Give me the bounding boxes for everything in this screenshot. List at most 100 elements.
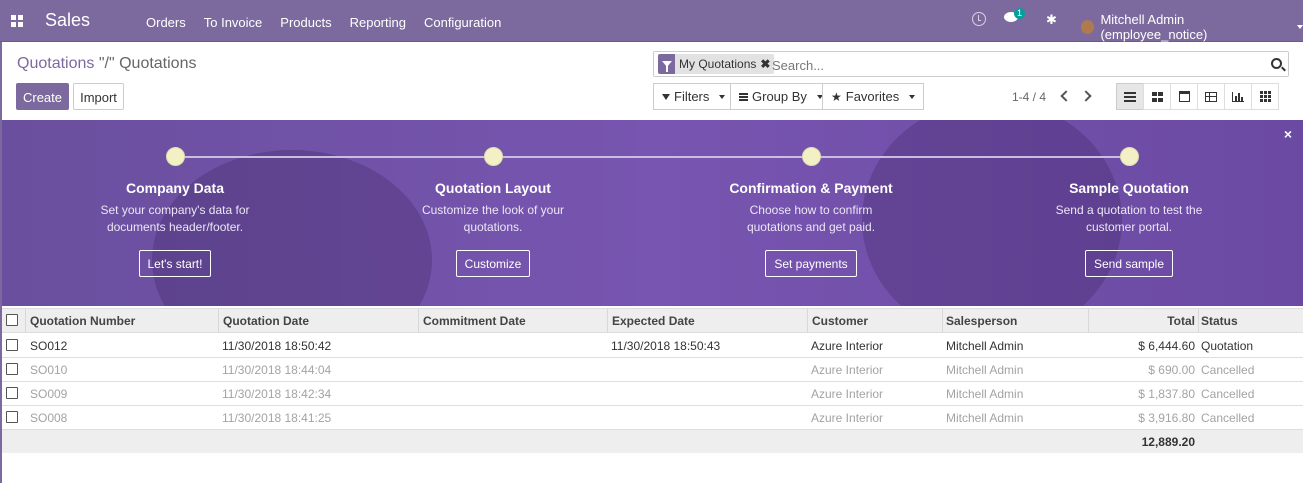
pager-previous-icon[interactable] [1060, 90, 1072, 102]
messages-chat-icon[interactable]: 1 [1004, 8, 1025, 22]
cell-customer: Azure Interior [811, 387, 884, 401]
menu-products[interactable]: Products [280, 15, 331, 30]
breadcrumb: Quotations "/" Quotations [17, 55, 196, 73]
column-divider [1198, 309, 1199, 333]
cell-status: Quotation [1201, 339, 1254, 353]
column-header-customer[interactable]: Customer [812, 314, 868, 328]
cell-customer: Azure Interior [811, 339, 884, 353]
activity-view-button[interactable] [1251, 83, 1279, 110]
graph-view-button[interactable] [1224, 83, 1252, 110]
favorites-label: Favorites [845, 89, 900, 104]
list-view-button[interactable] [1116, 83, 1144, 110]
kanban-icon [1151, 91, 1163, 102]
menu-to-invoice[interactable]: To Invoice [204, 15, 263, 30]
cell-salesperson: Mitchell Admin [946, 387, 1024, 401]
customize-button[interactable]: Customize [455, 250, 531, 277]
list-icon [1124, 91, 1136, 102]
main-menu: Orders To Invoice Products Reporting Con… [146, 15, 501, 30]
apps-grid-icon[interactable] [11, 15, 23, 27]
column-divider [1088, 309, 1089, 333]
cell-status: Cancelled [1201, 363, 1255, 377]
step-description: Choose how to confirm quotations and get… [746, 203, 876, 234]
search-icon[interactable] [1271, 58, 1282, 69]
column-divider [25, 309, 26, 333]
cell-date: 11/30/2018 18:42:34 [222, 387, 332, 401]
create-button[interactable]: Create [16, 83, 69, 110]
row-checkbox[interactable] [6, 363, 18, 375]
step-description: Send a quotation to test the customer po… [1055, 203, 1203, 234]
column-divider [942, 309, 943, 333]
lets-start-button[interactable]: Let's start! [138, 250, 212, 277]
user-name: Mitchell Admin (employee_notice) [1100, 12, 1208, 42]
groupby-label: Group By [752, 89, 807, 104]
cell-salesperson: Mitchell Admin [946, 339, 1024, 353]
activity-clock-icon[interactable] [972, 12, 986, 26]
row-checkbox[interactable] [6, 387, 18, 399]
top-navbar: Sales Orders To Invoice Products Reporti… [0, 0, 1303, 42]
cell-number: SO008 [30, 411, 68, 425]
step-sample-quotation: Sample Quotation Send a quotation to tes… [999, 147, 1259, 277]
progress-line [175, 156, 1130, 158]
breadcrumb-parent[interactable]: Quotations [17, 55, 94, 72]
table-footer: 12,889.20 [2, 430, 1303, 453]
column-header-date[interactable]: Quotation Date [223, 314, 309, 328]
menu-reporting[interactable]: Reporting [350, 15, 406, 30]
step-description: Customize the look of your quotations. [421, 203, 565, 234]
pager-next-icon[interactable] [1080, 90, 1092, 102]
cell-customer: Azure Interior [811, 411, 884, 425]
column-divider [218, 309, 219, 333]
row-checkbox[interactable] [6, 339, 18, 351]
cell-status: Cancelled [1201, 387, 1255, 401]
calendar-view-button[interactable] [1170, 83, 1198, 110]
kanban-view-button[interactable] [1143, 83, 1171, 110]
column-header-salesperson[interactable]: Salesperson [946, 314, 1017, 328]
step-dot [801, 147, 821, 166]
search-facet: My Quotations ✖ [658, 54, 775, 74]
pivot-view-button[interactable] [1197, 83, 1225, 110]
cell-salesperson: Mitchell Admin [946, 411, 1024, 425]
step-dot [483, 147, 503, 166]
menu-orders[interactable]: Orders [146, 15, 186, 30]
column-header-number[interactable]: Quotation Number [30, 314, 135, 328]
step-company-data: Company Data Set your company's data for… [45, 147, 305, 277]
menu-configuration[interactable]: Configuration [424, 15, 501, 30]
filters-dropdown[interactable]: Filters [653, 83, 735, 110]
app-title: Sales [45, 10, 91, 30]
select-all-checkbox[interactable] [6, 314, 18, 326]
cell-customer: Azure Interior [811, 363, 884, 377]
table-header: Quotation Number Quotation Date Commitme… [2, 308, 1303, 333]
send-sample-button[interactable]: Send sample [1084, 250, 1174, 277]
search-input[interactable] [772, 56, 1252, 74]
user-menu[interactable]: Mitchell Admin (employee_notice) [1081, 12, 1303, 42]
set-payments-button[interactable]: Set payments [765, 250, 857, 277]
step-title: Quotation Layout [435, 180, 551, 196]
table-row[interactable]: SO009 11/30/2018 18:42:34 Azure Interior… [2, 382, 1303, 406]
cell-number: SO010 [30, 363, 68, 377]
cell-date: 11/30/2018 18:44:04 [222, 363, 332, 377]
column-header-status[interactable]: Status [1201, 314, 1238, 328]
close-icon[interactable]: × [1284, 126, 1292, 142]
import-button[interactable]: Import [73, 83, 124, 110]
table-row[interactable]: SO010 11/30/2018 18:44:04 Azure Interior… [2, 358, 1303, 382]
favorites-dropdown[interactable]: ★ Favorites [822, 83, 925, 110]
cell-number: SO009 [30, 387, 68, 401]
column-header-commitment[interactable]: Commitment Date [423, 314, 526, 328]
pager-value[interactable]: 1-4 / 4 [1012, 90, 1046, 104]
cell-expected: 11/30/2018 18:50:43 [611, 339, 721, 353]
row-checkbox[interactable] [6, 411, 18, 423]
groupby-dropdown[interactable]: Group By [730, 83, 832, 110]
cell-status: Cancelled [1201, 411, 1255, 425]
caret-down-icon [909, 94, 916, 99]
debug-bug-icon[interactable]: ✱ [1046, 12, 1057, 28]
breadcrumb-separator: "/" [94, 55, 120, 72]
caret-down-icon [1297, 25, 1303, 29]
groupby-bars-icon [739, 92, 748, 101]
table-row[interactable]: SO012 11/30/2018 18:50:42 11/30/2018 18:… [2, 334, 1303, 358]
column-header-expected[interactable]: Expected Date [612, 314, 695, 328]
step-title: Company Data [125, 180, 225, 196]
column-header-total[interactable]: Total [1167, 314, 1195, 328]
cell-date: 11/30/2018 18:50:42 [222, 339, 332, 353]
table-row[interactable]: SO008 11/30/2018 18:41:25 Azure Interior… [2, 406, 1303, 430]
star-icon: ★ [831, 89, 842, 104]
pivot-table-icon [1205, 91, 1217, 102]
